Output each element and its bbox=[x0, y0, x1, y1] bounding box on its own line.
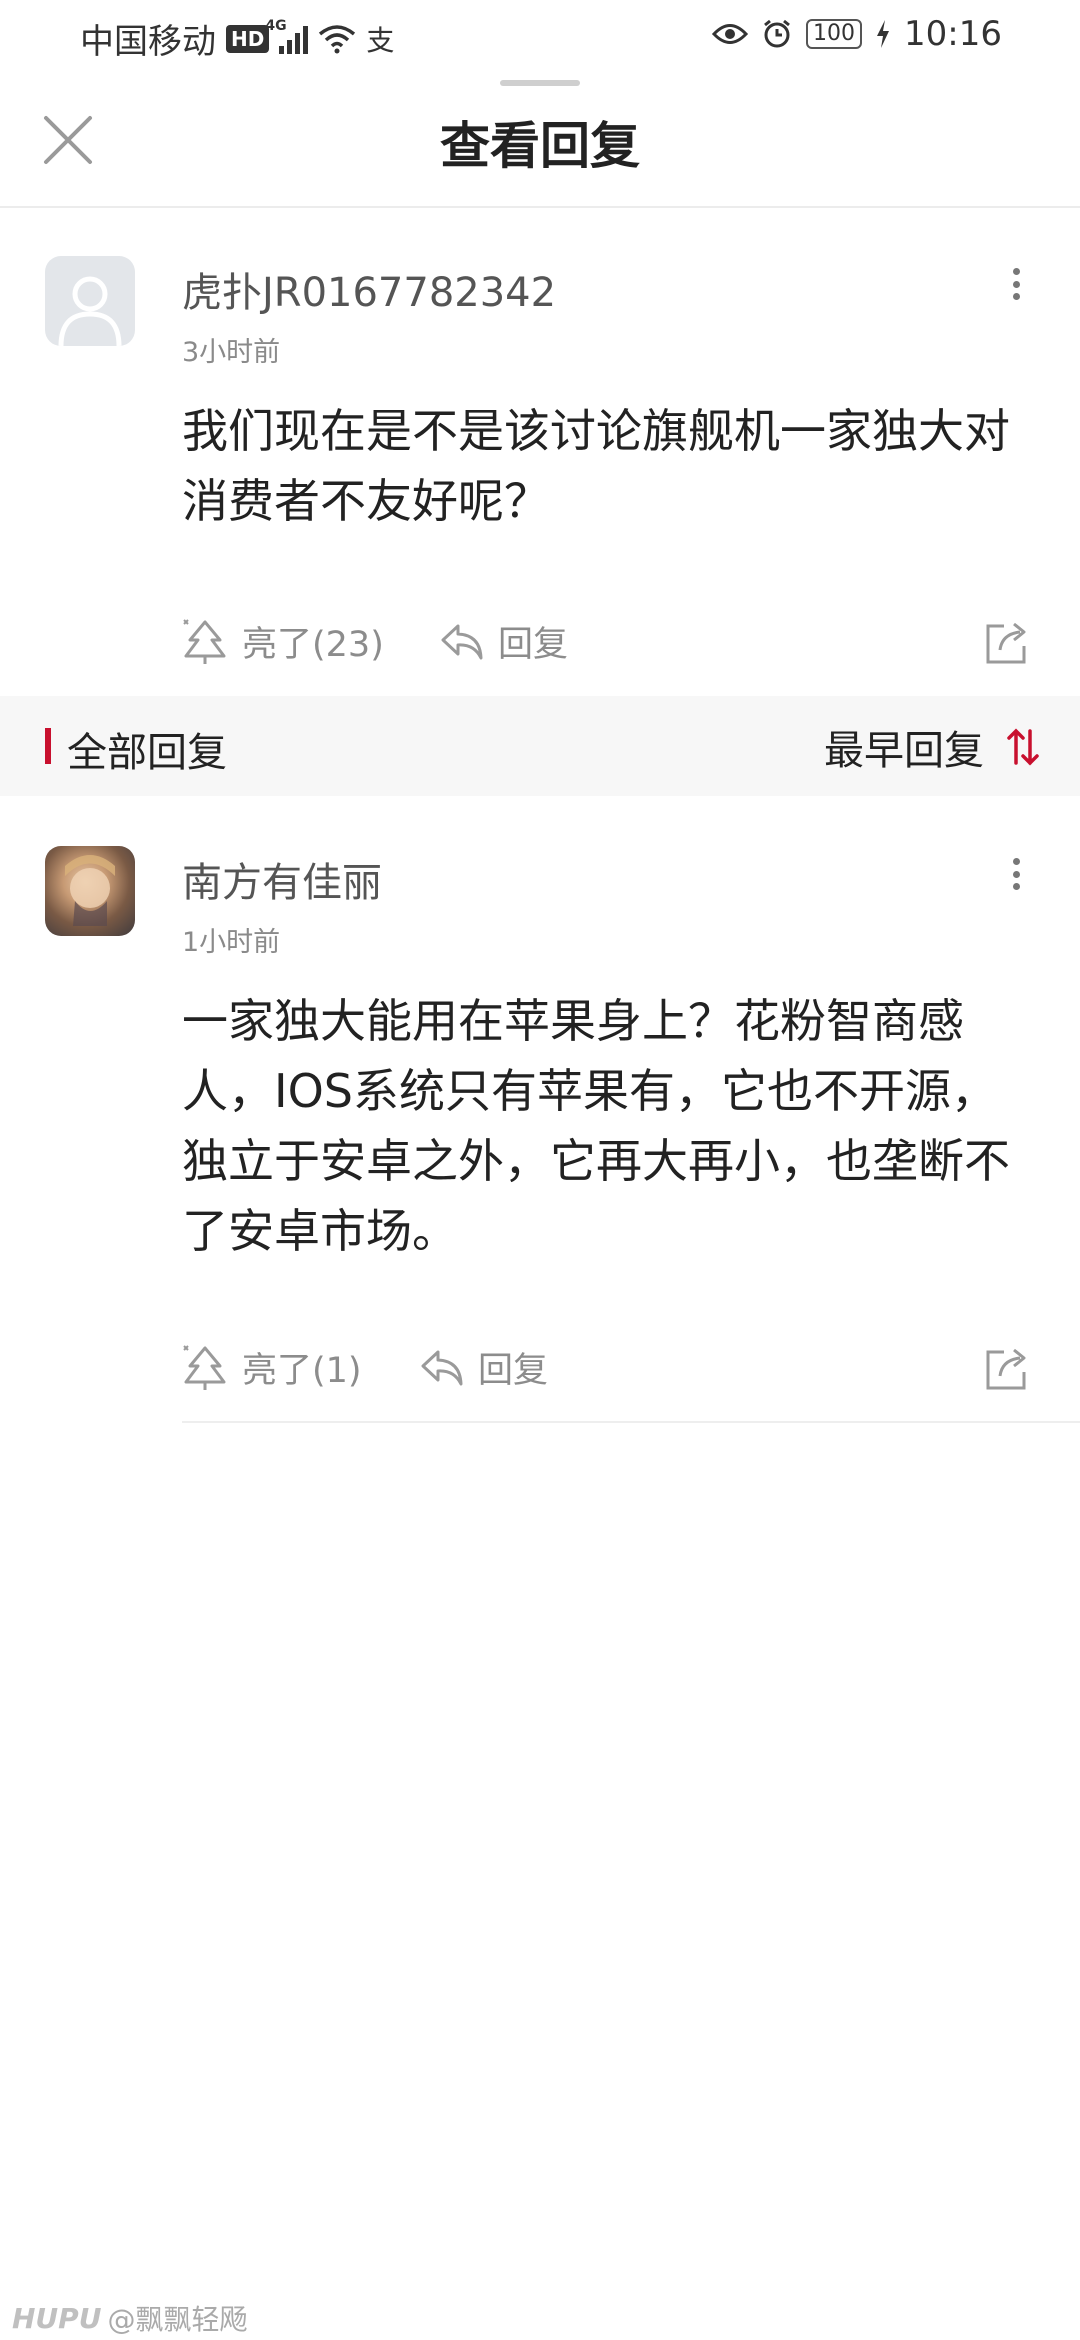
eye-comfort-icon bbox=[712, 24, 749, 44]
avatar[interactable] bbox=[45, 846, 135, 936]
status-bar: 中国移动 HD 4G 支 100 10:16 bbox=[0, 0, 1080, 72]
sort-label: 最早回复 bbox=[824, 728, 984, 774]
clock-time: 10:16 bbox=[904, 14, 1002, 54]
reply-icon bbox=[441, 624, 483, 659]
battery-level: 100 bbox=[806, 19, 863, 49]
more-icon bbox=[1012, 858, 1020, 865]
like-button[interactable]: 亮了(23) bbox=[182, 616, 384, 667]
reply-button[interactable]: 回复 bbox=[420, 1342, 548, 1393]
wifi-icon bbox=[319, 24, 356, 53]
share-icon bbox=[986, 622, 1026, 664]
sort-button[interactable]: 最早回复 bbox=[824, 718, 1040, 776]
like-count: 亮了(1) bbox=[242, 1351, 362, 1391]
comment-text: 我们现在是不是该讨论旗舰机一家独大对消费者不友好呢？ bbox=[182, 404, 1010, 528]
reply-label: 回复 bbox=[498, 625, 569, 665]
section-header: 全部回复 最早回复 bbox=[0, 696, 1080, 796]
post-time: 1小时前 bbox=[182, 927, 281, 958]
comment-text: 一家独大能用在苹果身上？花粉智商感人，IOS系统只有苹果有，它也不开源，独立于安… bbox=[182, 994, 1010, 1258]
default-user-icon bbox=[58, 276, 122, 346]
payment-status-icon: 支 bbox=[366, 23, 395, 57]
username[interactable]: 南方有佳丽 bbox=[182, 850, 382, 908]
share-button[interactable] bbox=[982, 1344, 1032, 1394]
avatar[interactable] bbox=[45, 256, 135, 346]
row-divider bbox=[182, 1421, 1080, 1423]
signal-icon: 4G bbox=[265, 18, 309, 54]
reply-button[interactable]: 回复 bbox=[440, 616, 568, 667]
share-icon bbox=[986, 1348, 1026, 1390]
action-bar: 亮了(1) 回复 bbox=[182, 1342, 1032, 1402]
header-divider bbox=[0, 206, 1080, 208]
status-left: 中国移动 HD 4G 支 bbox=[80, 14, 394, 63]
charging-icon bbox=[877, 20, 890, 48]
watermark-handle: @飘飘轻飏 bbox=[107, 2303, 248, 2336]
light-up-icon bbox=[183, 1344, 226, 1390]
section-accent-bar bbox=[45, 728, 51, 764]
username[interactable]: 虎扑JR0167782342 bbox=[182, 260, 556, 318]
status-right: 100 10:16 bbox=[712, 14, 1002, 54]
carrier-name: 中国移动 bbox=[80, 22, 216, 62]
section-title: 全部回复 bbox=[67, 730, 227, 776]
more-icon bbox=[1012, 268, 1020, 275]
share-button[interactable] bbox=[982, 618, 1032, 668]
like-button[interactable]: 亮了(1) bbox=[182, 1342, 362, 1393]
reply-icon bbox=[421, 1350, 463, 1385]
more-options-button[interactable] bbox=[996, 852, 1036, 896]
like-count: 亮了(23) bbox=[242, 625, 384, 665]
drag-handle[interactable] bbox=[500, 80, 580, 86]
alarm-icon bbox=[764, 19, 790, 48]
page-title: 查看回复 bbox=[440, 117, 640, 175]
user-photo-icon bbox=[65, 855, 115, 926]
watermark-brand: HUPU bbox=[12, 2301, 102, 2335]
light-up-icon bbox=[183, 618, 226, 664]
network-type: 4G bbox=[265, 17, 287, 34]
watermark: HUPU @飘飘轻飏 bbox=[12, 2298, 247, 2338]
reply-label: 回复 bbox=[478, 1351, 549, 1391]
more-options-button[interactable] bbox=[996, 262, 1036, 306]
post-time: 3小时前 bbox=[182, 337, 281, 368]
action-bar: 亮了(23) 回复 bbox=[182, 616, 1032, 676]
sort-toggle-icon bbox=[1007, 728, 1039, 766]
hd-icon: HD bbox=[226, 24, 270, 53]
